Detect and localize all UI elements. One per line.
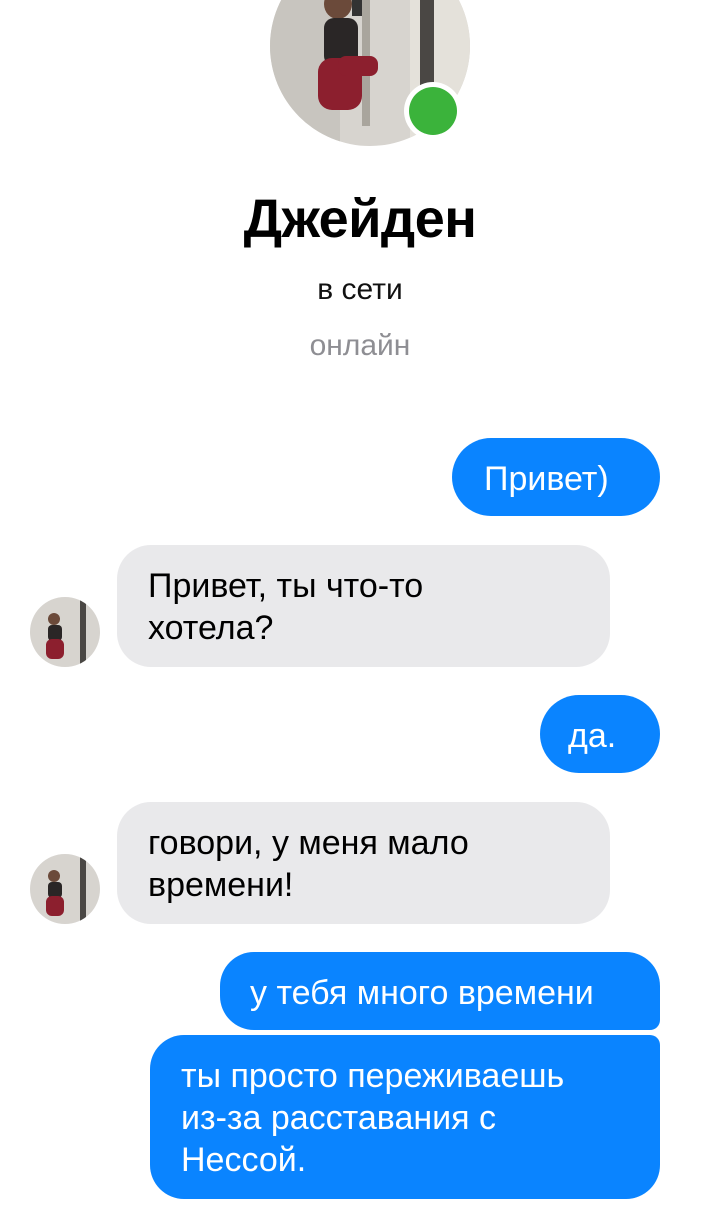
contact-avatar-small[interactable] xyxy=(30,597,100,667)
message-bubble-outgoing[interactable]: ты просто переживаешь из-за расставания … xyxy=(150,1035,660,1199)
message-bubble-incoming[interactable]: говори, у меня мало времени! xyxy=(117,802,610,924)
contact-name[interactable]: Джейден xyxy=(0,188,720,250)
online-status-indicator xyxy=(409,87,457,135)
contact-avatar-small[interactable] xyxy=(30,854,100,924)
message-bubble-outgoing[interactable]: у тебя много времени xyxy=(220,952,660,1030)
contact-status: в сети xyxy=(317,273,403,306)
contact-sub-status: онлайн xyxy=(309,329,411,362)
message-bubble-outgoing[interactable]: Привет) xyxy=(452,438,660,516)
message-bubble-outgoing[interactable]: да. xyxy=(540,695,660,773)
message-bubble-incoming[interactable]: Привет, ты что-то хотела? xyxy=(117,545,610,667)
